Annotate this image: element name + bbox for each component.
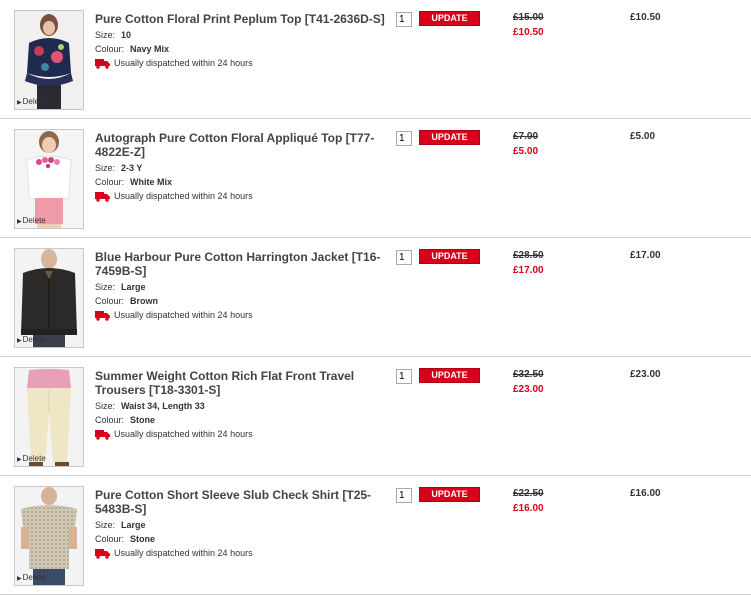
colour-value: White Mix xyxy=(130,177,173,187)
product-name-link[interactable]: Pure Cotton Floral Print Peplum Top [T41… xyxy=(95,12,385,26)
colour-row: Colour: White Mix xyxy=(95,177,173,187)
product-name-link[interactable]: Pure Cotton Short Sleeve Slub Check Shir… xyxy=(95,488,385,516)
product-name-link[interactable]: Blue Harbour Pure Cotton Harrington Jack… xyxy=(95,250,385,278)
basket-item: ▶Delete Autograph Pure Cotton Floral App… xyxy=(0,119,751,238)
dispatch-info: Usually dispatched within 24 hours xyxy=(95,189,385,203)
quantity-input[interactable] xyxy=(396,12,412,27)
colour-row: Colour: Stone xyxy=(95,415,156,425)
basket-list: ▶Delete Pure Cotton Floral Print Peplum … xyxy=(0,0,751,595)
line-total: £5.00 xyxy=(630,131,656,142)
item-details: Pure Cotton Short Sleeve Slub Check Shir… xyxy=(95,488,385,560)
basket-item: ▶Delete Pure Cotton Floral Print Peplum … xyxy=(0,0,751,119)
delivery-truck-icon xyxy=(95,548,110,559)
colour-value: Navy Mix xyxy=(130,44,170,54)
delete-link[interactable]: ▶Delete xyxy=(17,573,46,584)
dispatch-info: Usually dispatched within 24 hours xyxy=(95,427,385,441)
colour-value: Stone xyxy=(130,415,156,425)
dispatch-info: Usually dispatched within 24 hours xyxy=(95,546,385,560)
product-image[interactable]: ▶Delete xyxy=(14,10,84,110)
update-button[interactable]: UPDATE xyxy=(419,11,480,26)
item-details: Summer Weight Cotton Rich Flat Front Tra… xyxy=(95,369,385,441)
item-details: Autograph Pure Cotton Floral Appliqué To… xyxy=(95,131,385,203)
size-row: Size: 10 xyxy=(95,30,132,40)
dispatch-info: Usually dispatched within 24 hours xyxy=(95,56,385,70)
product-image[interactable]: ▶Delete xyxy=(14,129,84,229)
line-total: £23.00 xyxy=(630,369,661,380)
line-total: £10.50 xyxy=(630,12,661,23)
size-row: Size: Waist 34, Length 33 xyxy=(95,401,205,411)
update-button[interactable]: UPDATE xyxy=(419,368,480,383)
item-details: Pure Cotton Floral Print Peplum Top [T41… xyxy=(95,12,385,70)
update-button[interactable]: UPDATE xyxy=(419,487,480,502)
delivery-truck-icon xyxy=(95,310,110,321)
size-row: Size: Large xyxy=(95,520,146,530)
basket-item: ▶Delete Blue Harbour Pure Cotton Harring… xyxy=(0,238,751,357)
was-price: £15.00 xyxy=(513,12,544,23)
product-name-link[interactable]: Summer Weight Cotton Rich Flat Front Tra… xyxy=(95,369,385,397)
basket-item: ▶Delete Summer Weight Cotton Rich Flat F… xyxy=(0,357,751,476)
delivery-truck-icon xyxy=(95,429,110,440)
applique-top-picture xyxy=(15,130,83,228)
size-value: Waist 34, Length 33 xyxy=(121,401,205,411)
now-price: £16.00 xyxy=(513,503,544,514)
peplum-top-picture xyxy=(15,11,83,109)
harrington-jacket-picture xyxy=(15,249,83,347)
line-total: £16.00 xyxy=(630,488,661,499)
delete-link[interactable]: ▶Delete xyxy=(17,97,46,108)
size-value: Large xyxy=(121,282,146,292)
item-details: Blue Harbour Pure Cotton Harrington Jack… xyxy=(95,250,385,322)
was-price: £28.50 xyxy=(513,250,544,261)
travel-trousers-picture xyxy=(15,368,83,466)
product-name-link[interactable]: Autograph Pure Cotton Floral Appliqué To… xyxy=(95,131,385,159)
product-image[interactable]: ▶Delete xyxy=(14,486,84,586)
now-price: £10.50 xyxy=(513,27,544,38)
quantity-input[interactable] xyxy=(396,250,412,265)
now-price: £23.00 xyxy=(513,384,544,395)
delivery-truck-icon xyxy=(95,191,110,202)
size-value: 2-3 Y xyxy=(121,163,143,173)
was-price: £22.50 xyxy=(513,488,544,499)
quantity-input[interactable] xyxy=(396,488,412,503)
update-button[interactable]: UPDATE xyxy=(419,130,480,145)
colour-row: Colour: Brown xyxy=(95,296,159,306)
size-value: Large xyxy=(121,520,146,530)
delete-link[interactable]: ▶Delete xyxy=(17,216,46,227)
check-shirt-picture xyxy=(15,487,83,585)
now-price: £5.00 xyxy=(513,146,539,157)
now-price: £17.00 xyxy=(513,265,544,276)
product-image[interactable]: ▶Delete xyxy=(14,248,84,348)
colour-row: Colour: Stone xyxy=(95,534,156,544)
colour-row: Colour: Navy Mix xyxy=(95,44,170,54)
line-total: £17.00 xyxy=(630,250,661,261)
colour-value: Stone xyxy=(130,534,156,544)
size-value: 10 xyxy=(121,30,132,40)
update-button[interactable]: UPDATE xyxy=(419,249,480,264)
product-image[interactable]: ▶Delete xyxy=(14,367,84,467)
delete-link[interactable]: ▶Delete xyxy=(17,454,46,465)
dispatch-info: Usually dispatched within 24 hours xyxy=(95,308,385,322)
basket-item: ▶Delete Pure Cotton Short Sleeve Slub Ch… xyxy=(0,476,751,595)
quantity-input[interactable] xyxy=(396,131,412,146)
size-row: Size: Large xyxy=(95,282,146,292)
quantity-input[interactable] xyxy=(396,369,412,384)
was-price: £7.00 xyxy=(513,131,539,142)
size-row: Size: 2-3 Y xyxy=(95,163,143,173)
delete-link[interactable]: ▶Delete xyxy=(17,335,46,346)
colour-value: Brown xyxy=(130,296,159,306)
delivery-truck-icon xyxy=(95,58,110,69)
was-price: £32.50 xyxy=(513,369,544,380)
